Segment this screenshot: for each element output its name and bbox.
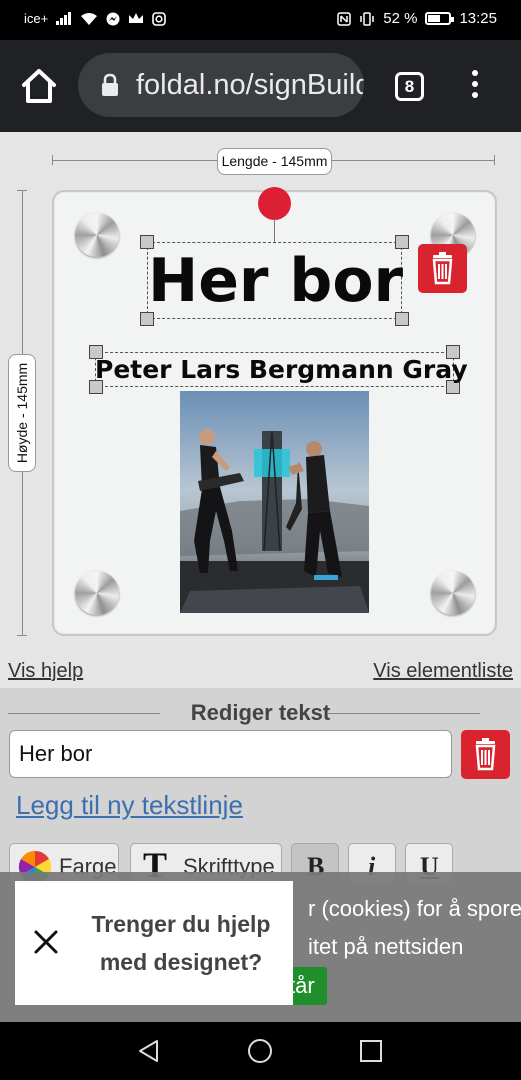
lock-icon (102, 73, 118, 96)
url-text: foldal.no/signBuilder (136, 69, 364, 101)
delete-element-button[interactable] (418, 244, 467, 293)
address-bar[interactable]: foldal.no/signBuilder (78, 53, 364, 117)
close-icon[interactable] (33, 929, 59, 955)
sign-text-line-1[interactable]: Her bor (148, 244, 403, 318)
messenger-icon (106, 12, 120, 25)
vibrate-icon (360, 11, 374, 26)
screw-bottom-left (75, 571, 119, 615)
rotate-handle[interactable] (258, 187, 291, 220)
browser-toolbar: foldal.no/signBuilder 8 (0, 40, 521, 132)
wifi-icon (81, 12, 98, 25)
cookie-accept-button[interactable]: tår (287, 967, 327, 1005)
sign-text-line-2[interactable]: Peter Lars Bergmann Gray (95, 353, 468, 387)
carrier-label: ice+ (24, 11, 49, 26)
clock: 13:25 (459, 10, 497, 27)
width-label: Lengde - 145mm (217, 148, 332, 175)
battery-icon (425, 12, 455, 25)
system-nav-bar (0, 1022, 521, 1080)
trash-icon (432, 252, 453, 285)
height-label: Høyde - 145mm (8, 354, 36, 472)
status-bar: ice+ 52 % 13:25 (0, 0, 521, 40)
screw-bottom-right (431, 571, 475, 615)
instagram-icon (152, 11, 167, 26)
help-popup-text: Trenger du hjelp med designet? (91, 911, 271, 975)
show-help-link[interactable]: Vis hjelp (8, 660, 83, 683)
sign-photo[interactable] (180, 391, 369, 613)
signal-icon (56, 12, 72, 25)
add-text-line-link[interactable]: Legg til ny tekstlinje (16, 790, 243, 821)
rotate-handle-stem (274, 219, 275, 242)
home-icon[interactable] (18, 65, 60, 107)
help-popup[interactable]: Trenger du hjelp med designet? (15, 881, 293, 1005)
section-divider-right (328, 713, 480, 714)
trash-icon (475, 738, 496, 771)
tab-switcher-button[interactable]: 8 (395, 72, 424, 101)
show-element-list-link[interactable]: Vis elementliste (373, 660, 513, 683)
screw-top-left (75, 213, 119, 257)
text-input[interactable]: Her bor (9, 730, 452, 778)
menu-icon[interactable] (466, 70, 484, 104)
home-button-icon[interactable] (247, 1038, 273, 1064)
recents-icon[interactable] (360, 1040, 382, 1062)
nfc-icon (337, 11, 351, 26)
delete-text-button[interactable] (461, 730, 510, 779)
crown-icon (129, 13, 144, 23)
battery-percent: 52 % (383, 10, 418, 27)
back-icon[interactable] (137, 1039, 161, 1063)
cookie-text-line-2: itet på nettsiden (308, 934, 464, 959)
cookie-text-line-1: r (cookies) for å spore (308, 896, 521, 921)
